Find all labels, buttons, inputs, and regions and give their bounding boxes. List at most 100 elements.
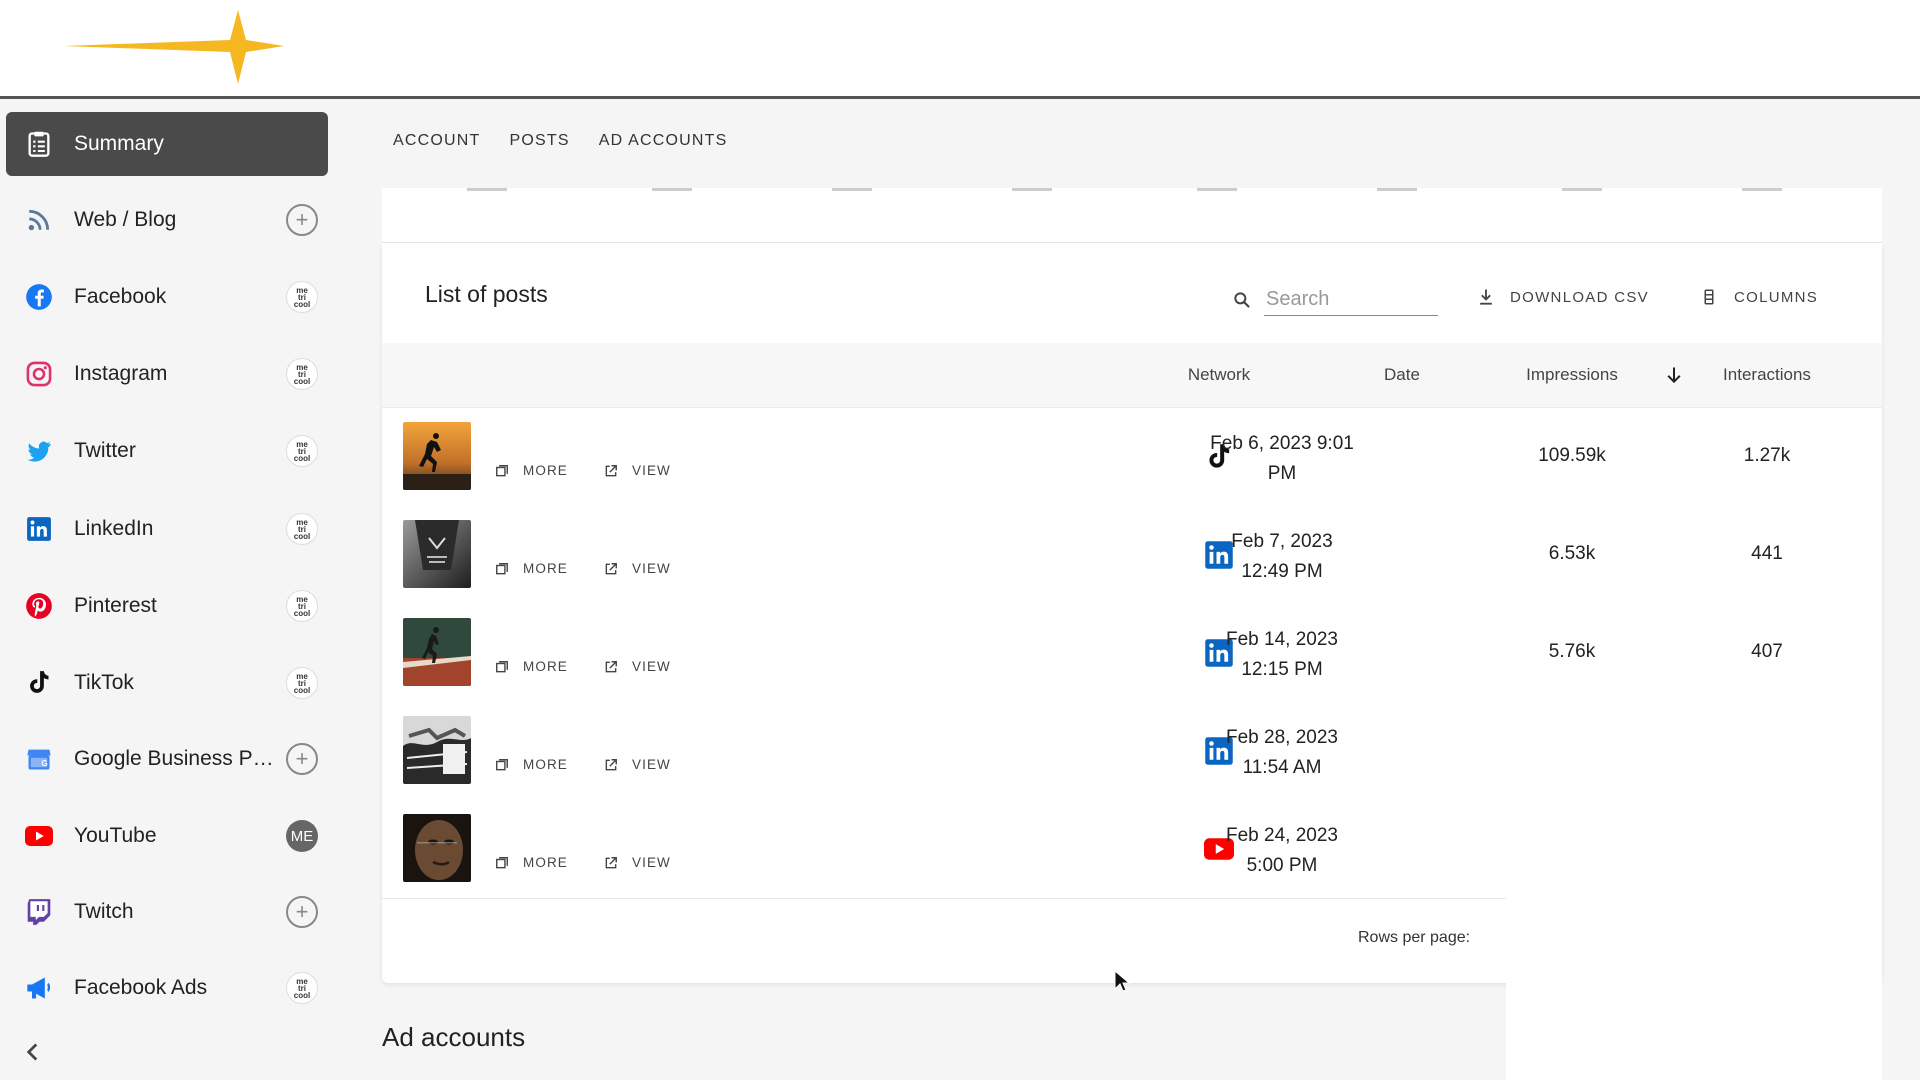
metricool-badge: me tri cool <box>286 972 318 1004</box>
more-label: MORE <box>523 463 568 478</box>
sidebar-item-web-blog[interactable]: Web / Blog + <box>6 188 328 252</box>
account-avatar: ME <box>286 820 318 852</box>
add-connection-icon[interactable]: + <box>286 204 318 236</box>
copy-icon <box>496 660 508 672</box>
more-button[interactable]: MORE <box>495 659 568 674</box>
columns-button[interactable]: COLUMNS <box>1700 287 1818 307</box>
sidebar-item-label: Twitch <box>74 900 134 923</box>
svg-text:G: G <box>41 759 47 768</box>
view-label: VIEW <box>632 561 671 576</box>
post-date: Feb 7, 2023 12:49 PM <box>1231 531 1333 582</box>
sidebar-item-instagram[interactable]: Instagram me tri cool <box>6 342 328 406</box>
instagram-icon <box>20 355 58 393</box>
sidebar-item-facebook-ads[interactable]: Facebook Ads me tri cool <box>6 956 328 1020</box>
column-header-network[interactable]: Network <box>1159 365 1279 385</box>
sidebar-item-twitch[interactable]: Twitch + <box>6 880 328 944</box>
view-button[interactable]: VIEW <box>604 659 671 674</box>
metricool-badge: me tri cool <box>286 281 318 313</box>
sidebar-item-label: Pinterest <box>74 594 157 617</box>
metricool-badge: me tri cool <box>286 667 318 699</box>
sidebar: Summary Web / Blog + Facebook me tri cool … <box>0 99 340 1080</box>
metricool-badge: me tri cool <box>286 358 318 390</box>
more-label: MORE <box>523 659 568 674</box>
view-button[interactable]: VIEW <box>604 757 671 772</box>
add-connection-icon[interactable]: + <box>286 896 318 928</box>
tab-ad-accounts[interactable]: AD ACCOUNTS <box>599 132 728 158</box>
twitter-icon <box>20 432 58 470</box>
sidebar-item-label: Web / Blog <box>74 208 177 231</box>
view-label: VIEW <box>632 855 671 870</box>
interactions-value: 1.27k <box>1743 445 1791 466</box>
pinterest-icon <box>20 587 58 625</box>
external-link-icon <box>605 856 617 868</box>
sidebar-item-pinterest[interactable]: Pinterest me tri cool <box>6 574 328 638</box>
metricool-badge: me tri cool <box>286 590 318 622</box>
impressions-value: 109.59k <box>1538 445 1606 466</box>
columns-icon <box>1704 289 1714 305</box>
more-button[interactable]: MORE <box>495 463 568 478</box>
sidebar-item-twitter[interactable]: Twitter me tri cool <box>6 419 328 483</box>
chevron-left-icon[interactable] <box>20 1039 46 1065</box>
post-thumbnail[interactable] <box>403 422 471 490</box>
tiktok-icon <box>20 664 58 702</box>
sidebar-item-label: Instagram <box>74 362 168 385</box>
tab-account[interactable]: ACCOUNT <box>393 132 481 158</box>
sidebar-item-facebook[interactable]: Facebook me tri cool <box>6 265 328 329</box>
google-business-icon: G <box>20 740 58 778</box>
column-header-date[interactable]: Date <box>1342 365 1462 385</box>
columns-label: COLUMNS <box>1734 288 1819 306</box>
sidebar-item-google-business[interactable]: G Google Business Profile + <box>6 727 328 791</box>
more-button[interactable]: MORE <box>495 855 568 870</box>
column-header-interactions[interactable]: Interactions <box>1707 365 1827 385</box>
download-icon <box>1480 289 1492 305</box>
copy-icon <box>496 758 508 770</box>
rows-per-page-label: Rows per page: <box>1358 929 1471 946</box>
sidebar-item-tiktok[interactable]: TikTok me tri cool <box>6 651 328 715</box>
rss-icon <box>20 201 58 239</box>
impressions-value: 6.53k <box>1548 543 1596 564</box>
tab-posts[interactable]: POSTS <box>510 132 570 158</box>
column-header-impressions[interactable]: Impressions <box>1512 365 1632 385</box>
add-connection-icon[interactable]: + <box>286 743 318 775</box>
more-button[interactable]: MORE <box>495 757 568 772</box>
sidebar-item-label: LinkedIn <box>74 517 154 540</box>
search-icon <box>1234 291 1250 308</box>
view-label: VIEW <box>632 659 671 674</box>
view-button[interactable]: VIEW <box>604 855 671 870</box>
search-box <box>1232 283 1438 316</box>
post-date: Feb 28, 2023 11:54 AM <box>1226 727 1338 778</box>
more-button[interactable]: MORE <box>495 561 568 576</box>
post-thumbnail[interactable] <box>403 520 471 588</box>
view-label: VIEW <box>632 757 671 772</box>
download-csv-button[interactable]: DOWNLOAD CSV <box>1476 287 1649 307</box>
sort-descending-icon[interactable] <box>1664 365 1684 385</box>
linkedin-icon <box>20 510 58 548</box>
more-label: MORE <box>523 561 568 576</box>
section-tabs: ACCOUNT POSTS AD ACCOUNTS <box>393 132 728 158</box>
sidebar-item-label: Summary <box>74 132 164 155</box>
post-thumbnail[interactable] <box>403 814 471 882</box>
sidebar-item-linkedin[interactable]: LinkedIn me tri cool <box>6 497 328 561</box>
copy-icon <box>496 856 508 868</box>
post-thumbnail[interactable] <box>403 716 471 784</box>
view-button[interactable]: VIEW <box>604 561 671 576</box>
mouse-pointer-icon <box>1114 970 1130 992</box>
copy-icon <box>496 464 508 476</box>
external-link-icon <box>605 562 617 574</box>
interactions-value: 441 <box>1751 543 1783 564</box>
metricool-badge: me tri cool <box>286 435 318 467</box>
sidebar-item-label: TikTok <box>74 671 134 694</box>
sidebar-item-youtube[interactable]: YouTube ME <box>6 804 328 868</box>
sidebar-item-label: Twitter <box>74 439 136 462</box>
blank-panel <box>1506 700 1882 1080</box>
table-row: MORE VIEW Feb 6, 2023 9:01 PM 109.59k 1.2… <box>382 408 1882 507</box>
view-button[interactable]: VIEW <box>604 463 671 478</box>
sidebar-item-summary[interactable]: Summary <box>6 112 328 176</box>
top-header <box>0 0 1920 99</box>
impressions-value: 5.76k <box>1548 641 1596 662</box>
external-link-icon <box>605 464 617 476</box>
search-input[interactable] <box>1264 283 1438 316</box>
post-thumbnail[interactable] <box>403 618 471 686</box>
facebook-icon <box>20 278 58 316</box>
post-date: Feb 14, 2023 12:15 PM <box>1226 629 1338 680</box>
